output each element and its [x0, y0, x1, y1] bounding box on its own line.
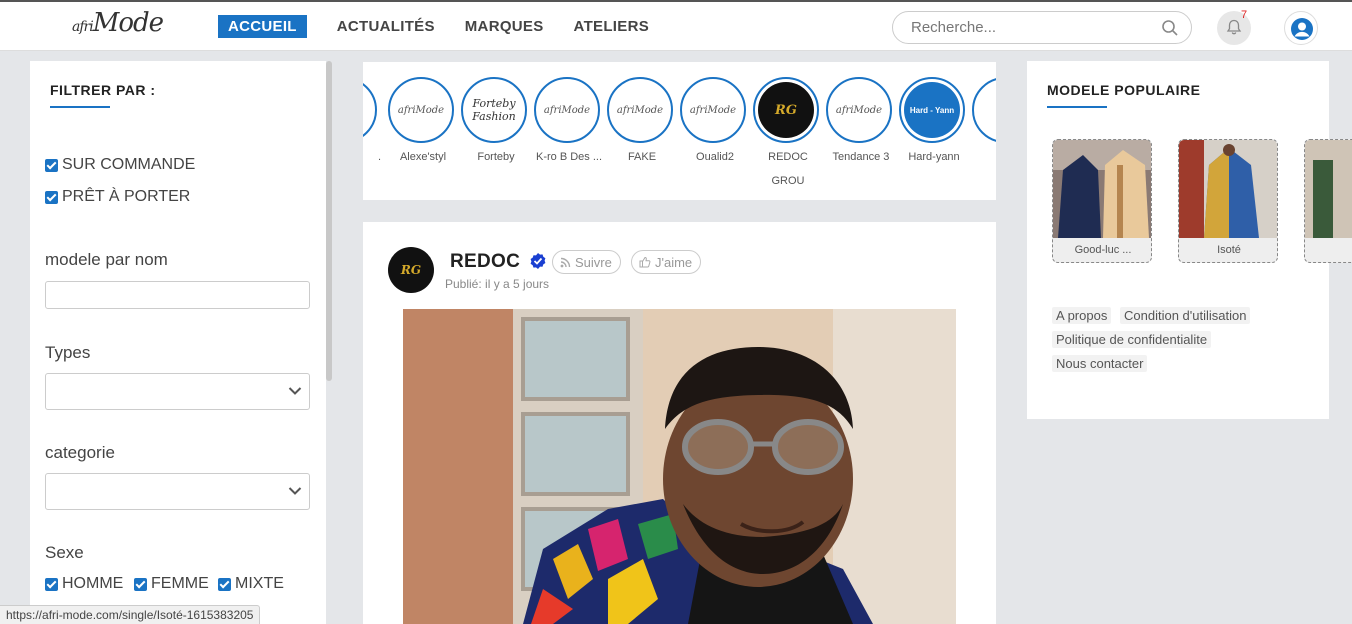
category-label: categorie — [45, 443, 115, 462]
atelier-name[interactable]: K-ro B Des ... — [529, 151, 609, 163]
title-underline — [50, 106, 110, 108]
checkbox-sur-commande[interactable]: SUR COMMANDE — [45, 156, 195, 174]
checkbox-femme[interactable]: FEMME — [134, 575, 209, 593]
footer-link-terms[interactable]: Condition d'utilisation — [1120, 307, 1251, 324]
atelier-name[interactable]: Tendance 3 — [821, 151, 901, 163]
search-box — [892, 11, 1192, 44]
checkbox-mixte[interactable]: MIXTE — [218, 575, 284, 593]
atelier-name[interactable]: REDOC GROU — [748, 145, 828, 193]
atelier-avatar[interactable]: afriMode — [534, 77, 600, 143]
checkbox-checked[interactable] — [218, 577, 231, 591]
atelier-avatar-partial[interactable] — [363, 77, 377, 143]
verified-badge-icon — [529, 252, 547, 275]
main-nav: ACCUEIL ACTUALITÉS MARQUES ATELIERS — [218, 15, 679, 38]
model-thumbnail — [1179, 140, 1277, 238]
checkbox-pret-a-porter[interactable]: PRÊT À PORTER — [45, 188, 190, 206]
post-publish-date: Publié: il y a 5 jours — [445, 277, 550, 291]
thumbs-up-icon — [639, 256, 651, 268]
model-name: Good-luc ... — [1074, 244, 1132, 256]
like-button[interactable]: J'aime — [631, 250, 702, 274]
search-input[interactable] — [911, 19, 1151, 36]
footer-link-privacy[interactable]: Politique de confidentialite — [1052, 331, 1212, 348]
popular-model-card-partial[interactable] — [1304, 139, 1352, 263]
atelier-avatar[interactable]: afriMode — [388, 77, 454, 143]
filter-title: FILTRER PAR : — [50, 82, 156, 98]
title-underline — [1047, 106, 1107, 108]
popular-model-card[interactable]: Isoté — [1178, 139, 1278, 263]
chevron-down-icon — [288, 387, 302, 395]
filter-scrollbar[interactable] — [326, 61, 332, 381]
types-label: Types — [45, 343, 91, 362]
search-icon[interactable] — [1161, 19, 1179, 42]
post-photo[interactable] — [403, 309, 956, 624]
notification-count-badge: 7 — [1241, 9, 1248, 21]
atelier-name[interactable]: Oualid2 — [675, 151, 755, 163]
atelier-avatar[interactable]: afriMode — [826, 77, 892, 143]
footer-link-about[interactable]: A propos — [1052, 307, 1112, 324]
model-name: Isoté — [1217, 244, 1241, 256]
ateliers-carousel: . afriMode Alexe'styl Forteby Fashion Fo… — [363, 62, 996, 200]
nav-marques[interactable]: MARQUES — [465, 15, 544, 38]
checkbox-checked[interactable] — [45, 577, 58, 591]
name-filter-label: modele par nom — [45, 250, 168, 269]
post-author-avatar[interactable]: RG — [388, 247, 434, 293]
notifications-button[interactable]: 7 — [1217, 9, 1251, 45]
atelier-name[interactable]: Hard-yann — [894, 151, 974, 163]
atelier-avatar[interactable]: RG — [753, 77, 819, 143]
chevron-down-icon — [288, 487, 302, 495]
bell-icon — [1226, 19, 1242, 35]
atelier-name[interactable]: Forteby — [456, 151, 536, 163]
follow-button[interactable]: Suivre — [552, 250, 621, 274]
nav-ateliers[interactable]: ATELIERS — [574, 15, 649, 38]
post-card: RG REDOC Suivre J'aime Publié: il y a 5 … — [363, 222, 996, 624]
popular-models-panel: MODELE POPULAIRE Good-luc ... Isoté A pr… — [1027, 61, 1352, 419]
user-icon — [1291, 18, 1313, 40]
filter-panel: FILTRER PAR : SUR COMMANDE PRÊT À PORTER… — [30, 61, 326, 624]
nav-accueil[interactable]: ACCUEIL — [218, 15, 307, 38]
model-thumbnail — [1305, 140, 1352, 238]
post-author-name[interactable]: REDOC — [450, 251, 520, 273]
checkbox-homme[interactable]: HOMME — [45, 575, 123, 593]
atelier-avatar[interactable]: Hard - Yann — [899, 77, 965, 143]
atelier-name-partial: . — [377, 151, 381, 163]
category-select[interactable] — [45, 473, 310, 510]
rss-icon — [560, 257, 571, 267]
checkbox-checked[interactable] — [134, 577, 147, 591]
atelier-avatar[interactable]: Forteby Fashion — [461, 77, 527, 143]
checkbox-checked[interactable] — [45, 190, 58, 204]
model-name-input[interactable] — [45, 281, 310, 309]
atelier-avatar-partial[interactable] — [972, 77, 996, 143]
nav-actualites[interactable]: ACTUALITÉS — [337, 15, 435, 38]
popular-model-card[interactable]: Good-luc ... — [1052, 139, 1152, 263]
user-avatar-button[interactable] — [1284, 11, 1318, 45]
model-thumbnail — [1053, 140, 1151, 238]
sex-label: Sexe — [45, 543, 84, 562]
atelier-name[interactable]: Alexe'styl — [383, 151, 463, 163]
popular-title: MODELE POPULAIRE — [1047, 82, 1201, 98]
browser-status-url: https://afri-mode.com/single/Isoté-16153… — [0, 605, 261, 624]
atelier-avatar[interactable]: afriMode — [607, 77, 673, 143]
footer-link-contact[interactable]: Nous contacter — [1052, 355, 1148, 372]
atelier-name[interactable]: FAKE — [602, 151, 682, 163]
checkbox-checked[interactable] — [45, 158, 58, 172]
atelier-avatar[interactable]: afriMode — [680, 77, 746, 143]
types-select[interactable] — [45, 373, 310, 410]
top-navbar: afriMode ACCUEIL ACTUALITÉS MARQUES ATEL… — [0, 0, 1352, 51]
afrimode-logo[interactable]: afriMode — [72, 8, 164, 38]
